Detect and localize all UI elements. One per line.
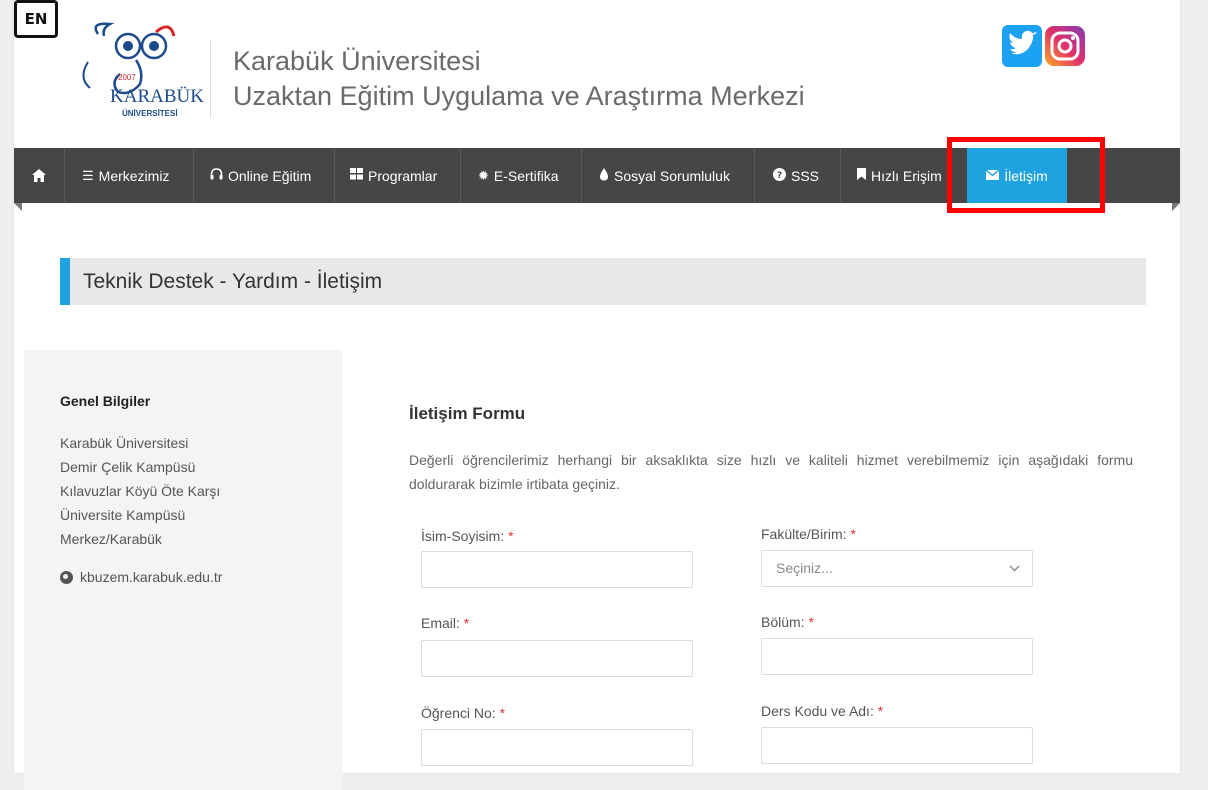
sidebar-heading: Genel Bilgiler <box>60 393 151 409</box>
svg-text:?: ? <box>777 171 782 181</box>
website-text: kbuzem.karabuk.edu.tr <box>80 569 223 585</box>
navbar-corner-right <box>1172 203 1180 211</box>
logo-name: KARABÜK <box>110 86 204 107</box>
name-input[interactable] <box>421 551 693 588</box>
nav-label: E-Sertifika <box>493 167 559 184</box>
nav-label: Merkezimiz <box>98 167 170 184</box>
department-input[interactable] <box>761 638 1033 675</box>
header-divider <box>210 40 211 118</box>
student-no-input[interactable] <box>421 729 693 766</box>
twitter-icon[interactable] <box>1002 25 1042 67</box>
nav-item-e-sertifika[interactable]: ✹ E-Sertifika <box>478 148 558 203</box>
nav-label: Programlar <box>368 167 438 184</box>
student-no-label: Öğrenci No: * <box>421 705 506 721</box>
faculty-label: Fakülte/Birim: * <box>761 526 856 542</box>
address-line: Kılavuzlar Köyü Öte Karşı <box>60 483 221 499</box>
form-description: Değerli öğrencilerimiz herhangi bir aksa… <box>409 452 1133 492</box>
nav-label: Online Eğitim <box>228 167 312 184</box>
site-subtitle: Uzaktan Eğitim Uygulama ve Araştırma Mer… <box>233 81 805 111</box>
highlight-box <box>947 137 1105 213</box>
instagram-icon[interactable] <box>1044 25 1086 67</box>
name-label: İsim-Soyisim: * <box>421 528 514 544</box>
grid-icon <box>350 168 363 183</box>
university-logo[interactable]: 2007 KARABÜK ÜNİVERSİTESİ <box>70 22 210 122</box>
globe-icon <box>60 570 73 584</box>
certificate-icon: ✹ <box>478 167 489 183</box>
nav-label: Sosyal Sorumluluk <box>614 167 730 184</box>
website-link[interactable]: kbuzem.karabuk.edu.tr <box>60 569 222 585</box>
list-icon: ☰ <box>82 167 94 183</box>
course-label: Ders Kodu ve Adı: * <box>761 703 884 719</box>
home-icon[interactable] <box>14 148 64 203</box>
nav-label: Hızlı Erişim <box>871 167 942 184</box>
nav-item-programlar[interactable]: Programlar <box>350 148 437 203</box>
drop-icon <box>599 167 609 184</box>
language-en-button[interactable]: EN <box>14 0 58 38</box>
nav-item-sosyal-sorumluluk[interactable]: Sosyal Sorumluluk <box>599 148 730 203</box>
address-line: Merkez/Karabük <box>60 531 162 547</box>
headphones-icon <box>210 168 223 183</box>
nav-item-online-egitim[interactable]: Online Eğitim <box>210 148 311 203</box>
question-icon: ? <box>773 167 786 184</box>
email-label: Email: * <box>421 615 470 631</box>
page-container: 2007 KARABÜK ÜNİVERSİTESİ Karabük Üniver… <box>14 0 1180 790</box>
nav-item-hizli-erisim[interactable]: Hızlı Erişim <box>857 148 942 203</box>
info-sidebar: Genel Bilgiler Karabük Üniversitesi Demi… <box>24 350 342 790</box>
logo-subtitle: ÜNİVERSİTESİ <box>122 109 178 118</box>
nav-item-sss[interactable]: ? SSS <box>773 148 819 203</box>
section-header: Teknik Destek - Yardım - İletişim <box>60 258 1146 305</box>
chevron-down-icon <box>1009 551 1020 600</box>
address-line: Karabük Üniversitesi <box>60 435 189 451</box>
nav-item-merkezimiz[interactable]: ☰ Merkezimiz <box>82 148 169 203</box>
address-line: Üniversite Kampüsü <box>60 507 186 523</box>
email-input[interactable] <box>421 640 693 677</box>
address-line: Demir Çelik Kampüsü <box>60 459 196 475</box>
form-title: İletişim Formu <box>409 404 526 423</box>
faculty-select[interactable]: Seçiniz... <box>761 550 1033 587</box>
faculty-placeholder: Seçiniz... <box>776 560 833 576</box>
nav-label: SSS <box>791 167 820 184</box>
page-title: Teknik Destek - Yardım - İletişim <box>83 270 383 293</box>
logo-year: 2007 <box>118 73 136 82</box>
course-input[interactable] <box>761 727 1033 764</box>
navbar-corner-left <box>14 203 22 211</box>
bookmark-icon <box>857 168 866 183</box>
section-accent <box>60 258 70 305</box>
site-title: Karabük Üniversitesi <box>233 46 481 76</box>
department-label: Bölüm: * <box>761 614 814 630</box>
